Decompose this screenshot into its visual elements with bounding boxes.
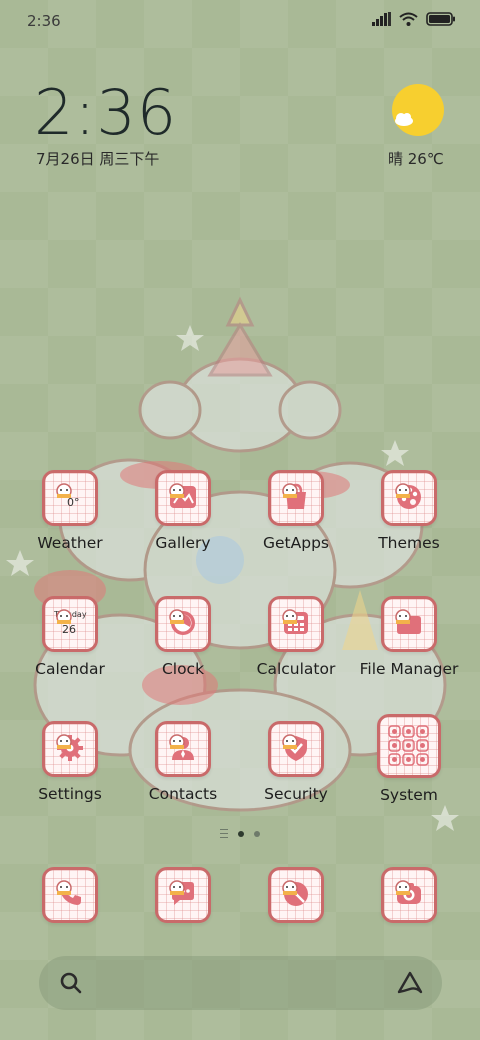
app-label: System xyxy=(380,786,438,804)
bear-sticker-icon xyxy=(395,880,411,895)
app-file-manager[interactable]: File Manager xyxy=(354,596,464,678)
app-tile[interactable] xyxy=(42,867,98,923)
app-tile[interactable] xyxy=(268,867,324,923)
app-tile[interactable] xyxy=(268,721,324,777)
app-label: Themes xyxy=(378,534,440,552)
bear-sticker-icon xyxy=(169,483,185,498)
dock-browser[interactable] xyxy=(241,867,351,923)
app-label: File Manager xyxy=(359,660,459,678)
app-drawer-lines-icon[interactable] xyxy=(220,829,228,838)
clock-widget-date[interactable]: 7月26日 周三下午 xyxy=(36,148,159,169)
search-bar[interactable] xyxy=(39,956,442,1010)
app-contacts[interactable]: Contacts xyxy=(128,721,238,803)
app-tile[interactable] xyxy=(381,867,437,923)
bear-sticker-icon xyxy=(395,609,411,624)
bear-sticker-icon xyxy=(282,483,298,498)
app-tile[interactable] xyxy=(155,721,211,777)
bear-sticker-icon xyxy=(56,880,72,895)
dock-phone[interactable] xyxy=(15,867,125,923)
bear-sticker-icon xyxy=(169,734,185,749)
app-tile[interactable] xyxy=(155,867,211,923)
folder-grid-icon xyxy=(388,725,429,766)
app-tile[interactable] xyxy=(381,596,437,652)
bear-sticker-icon xyxy=(169,609,185,624)
app-label: Gallery xyxy=(155,534,211,552)
app-tile[interactable] xyxy=(268,596,324,652)
app-label: Clock xyxy=(161,660,205,678)
bear-sticker-icon xyxy=(282,609,298,624)
app-clock[interactable]: Clock xyxy=(128,596,238,678)
app-label: Contacts xyxy=(148,785,218,803)
app-security[interactable]: Security xyxy=(241,721,351,803)
app-label: Security xyxy=(264,785,328,803)
app-label: Settings xyxy=(38,785,102,803)
status-time: 2:36 xyxy=(27,12,61,30)
app-tile[interactable]: 0° xyxy=(42,470,98,526)
app-tile[interactable] xyxy=(381,470,437,526)
dock-camera[interactable] xyxy=(354,867,464,923)
sun-cloud-icon[interactable] xyxy=(390,82,446,138)
page-dot[interactable] xyxy=(254,830,260,837)
assistant-icon[interactable] xyxy=(396,970,424,996)
app-getapps[interactable]: GetApps xyxy=(241,470,351,552)
weather-widget-text[interactable]: 晴 26℃ xyxy=(388,148,444,169)
app-label: GetApps xyxy=(263,534,329,552)
app-tile[interactable] xyxy=(155,596,211,652)
app-settings[interactable]: Settings xyxy=(15,721,125,803)
folder-tile[interactable] xyxy=(377,714,441,778)
battery-icon xyxy=(426,12,455,26)
dock-messages[interactable] xyxy=(128,867,238,923)
bear-sticker-icon xyxy=(282,880,298,895)
app-themes[interactable]: Themes xyxy=(354,470,464,552)
app-tile[interactable] xyxy=(155,470,211,526)
page-indicator[interactable] xyxy=(0,829,480,838)
app-calculator[interactable]: Calculator xyxy=(241,596,351,678)
app-weather[interactable]: 0° Weather xyxy=(15,470,125,552)
bear-sticker-icon xyxy=(395,483,411,498)
bear-sticker-icon xyxy=(169,880,185,895)
app-calendar[interactable]: Tuesday 26 Calendar xyxy=(15,596,125,678)
app-tile[interactable] xyxy=(268,470,324,526)
calendar-tile-date: 26 xyxy=(62,623,76,636)
status-bar: 2:36 xyxy=(0,0,480,44)
folder-system[interactable]: System xyxy=(354,714,464,804)
app-label: Calendar xyxy=(35,660,105,678)
bear-sticker-icon xyxy=(56,483,72,498)
app-label: Weather xyxy=(37,534,103,552)
app-tile[interactable]: Tuesday 26 xyxy=(42,596,98,652)
bear-sticker-icon xyxy=(56,609,72,624)
bear-sticker-icon xyxy=(56,734,72,749)
search-icon[interactable] xyxy=(59,971,83,995)
page-dot-active[interactable] xyxy=(238,830,244,837)
bear-sticker-icon xyxy=(282,734,298,749)
clock-widget-time[interactable]: 2:36 xyxy=(34,76,177,149)
app-gallery[interactable]: Gallery xyxy=(128,470,238,552)
status-icons xyxy=(372,12,456,26)
app-tile[interactable] xyxy=(42,721,98,777)
signal-icon xyxy=(372,12,391,26)
wifi-icon xyxy=(399,12,418,26)
app-label: Calculator xyxy=(256,660,336,678)
